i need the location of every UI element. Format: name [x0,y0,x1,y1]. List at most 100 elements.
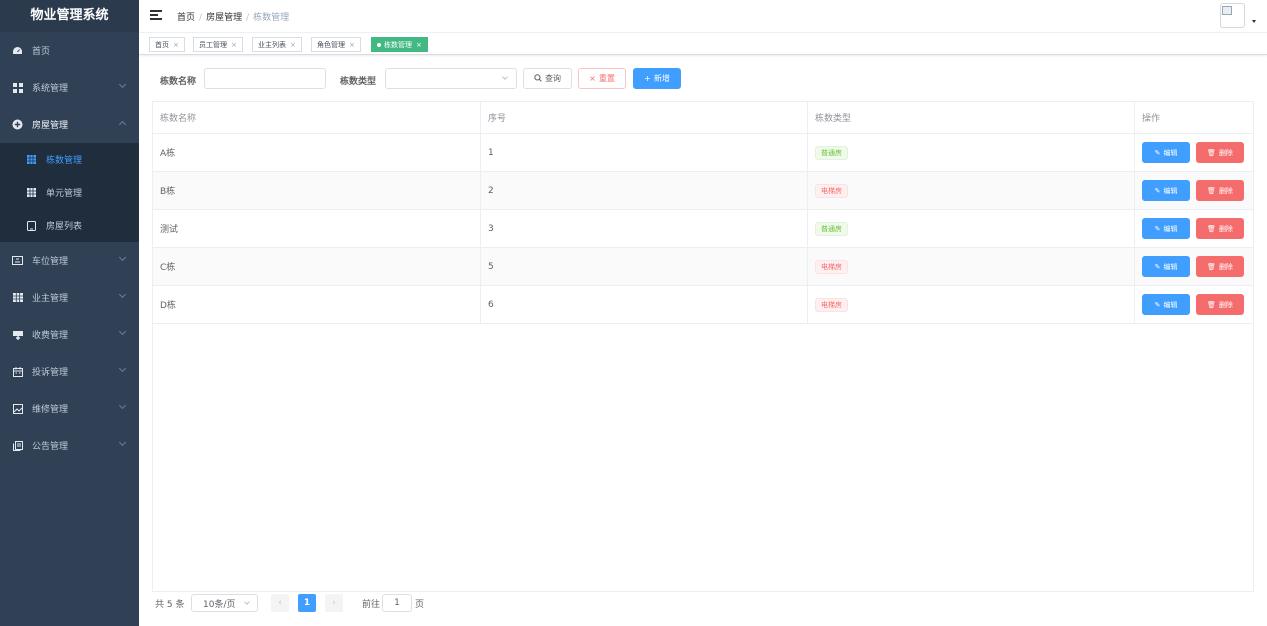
sidebar-item-complaint[interactable]: 投诉管理 [0,353,139,390]
sidebar-item-system[interactable]: 系统管理 [0,69,139,106]
tag-label: 角色管理 [317,40,345,49]
header-cell: 栋数类型 [808,102,1135,133]
active-dot-icon [377,42,381,47]
trash-icon: 🗑 [1207,148,1216,157]
page-number-current[interactable]: 1 [298,594,316,612]
calendar-icon [12,366,23,377]
sidebar-item-label: 维修管理 [32,405,69,415]
sidebar-item-house-list[interactable]: 房屋列表 [0,209,139,242]
close-icon[interactable]: × [416,41,422,49]
sidebar-item-notice[interactable]: 公告管理 [0,427,139,464]
delete-button[interactable]: 🗑 删除 [1196,180,1244,201]
cell-name: B栋 [153,172,481,209]
chevron-down-icon [118,438,127,447]
sidebar-item-unit[interactable]: 单元管理 [0,176,139,209]
sidebar-item-parking[interactable]: 车位管理 [0,242,139,279]
trash-icon: 🗑 [1207,300,1216,309]
breadcrumb-item-home[interactable]: 首页 [177,13,195,23]
chevron-down-icon [118,80,127,89]
edit-icon: ✎ [1154,148,1161,157]
delete-button[interactable]: 🗑 删除 [1196,294,1244,315]
edit-icon: ✎ [1154,224,1161,233]
sidebar: 物业管理系统 首页 系统管理 房屋管理 栋数管理 单元管理 房屋列表 车位管理 … [0,0,139,626]
header-cell: 栋数名称 [153,102,481,133]
tag-label: 栋数管理 [384,40,412,49]
close-icon[interactable]: × [290,41,296,49]
edit-button[interactable]: ✎ 编辑 [1142,294,1190,315]
delete-button[interactable]: 🗑 删除 [1196,142,1244,163]
building-table: 栋数名称 序号 栋数类型 操作 A栋 1 普通房 ✎ 编辑 🗑 删除 B栋 2 电梯… [152,101,1254,592]
edit-button[interactable]: ✎ 编辑 [1142,180,1190,201]
building-icon [26,155,36,165]
close-icon[interactable]: × [349,41,355,49]
query-button[interactable]: 查询 [523,68,572,89]
building-name-label: 栋数名称 [160,77,197,87]
close-icon[interactable]: × [231,41,237,49]
goto-page-input[interactable]: 1 [382,594,412,612]
sidebar-item-label: 首页 [32,47,51,57]
pagination-total: 共 5 条 [155,599,185,610]
plus-circle-icon [12,119,23,130]
cell-order: 3 [481,210,808,247]
hamburger-icon[interactable] [150,10,162,20]
cell-actions: ✎ 编辑 🗑 删除 [1135,248,1253,285]
edit-button[interactable]: ✎ 编辑 [1142,142,1190,163]
reset-button[interactable]: × 重置 [578,68,626,89]
cell-order: 2 [481,172,808,209]
sidebar-item-repair[interactable]: 维修管理 [0,390,139,427]
table-header: 栋数名称 序号 栋数类型 操作 [153,102,1253,134]
sidebar-item-home[interactable]: 首页 [0,32,139,69]
cell-actions: ✎ 编辑 🗑 删除 [1135,134,1253,171]
tag-home[interactable]: 首页 × [149,37,185,52]
table-icon [12,292,23,303]
table-row: B栋 2 电梯房 ✎ 编辑 🗑 删除 [153,172,1253,210]
tag-owner-list[interactable]: 业主列表 × [252,37,302,52]
page-size-select[interactable]: 10条/页 [191,594,258,612]
sidebar-item-label: 房屋列表 [46,222,83,232]
cell-order: 5 [481,248,808,285]
trash-icon: 🗑 [1207,224,1216,233]
cell-name: A栋 [153,134,481,171]
delete-button[interactable]: 🗑 删除 [1196,256,1244,277]
app-logo-title: 物业管理系统 [0,0,139,32]
tag-label: 首页 [155,40,169,49]
next-page-button[interactable]: › [325,594,343,612]
tag-label: 员工管理 [199,40,227,49]
chevron-up-icon [118,120,127,129]
sidebar-item-fee[interactable]: 收费管理 [0,316,139,353]
sidebar-item-owner[interactable]: 业主管理 [0,279,139,316]
caret-down-icon[interactable] [1252,20,1256,23]
edit-button[interactable]: ✎ 编辑 [1142,256,1190,277]
sidebar-item-building[interactable]: 栋数管理 [0,143,139,176]
avatar[interactable] [1220,3,1245,28]
breadcrumb-item-house[interactable]: 房屋管理 [206,13,242,23]
edit-icon: ✎ [1154,186,1161,195]
picture-icon [12,403,23,414]
sidebar-item-label: 投诉管理 [32,368,69,378]
tag-staff[interactable]: 员工管理 × [193,37,243,52]
table-row: D栋 6 电梯房 ✎ 编辑 🗑 删除 [153,286,1253,324]
top-navbar: 首页 / 房屋管理 / 栋数管理 [139,0,1267,33]
building-type-select[interactable] [385,68,517,89]
tag-label: 业主列表 [258,40,286,49]
sidebar-item-label: 车位管理 [32,257,69,267]
sidebar-item-house[interactable]: 房屋管理 [0,106,139,143]
cell-type: 电梯房 [808,172,1135,209]
parking-icon [12,255,23,266]
tag-role[interactable]: 角色管理 × [311,37,361,52]
cell-type: 普通房 [808,210,1135,247]
close-icon[interactable]: × [173,41,179,49]
chevron-down-icon [244,599,250,605]
sidebar-item-label: 收费管理 [32,331,69,341]
building-name-input[interactable] [204,68,326,89]
prev-page-button[interactable]: ‹ [271,594,289,612]
edit-button[interactable]: ✎ 编辑 [1142,218,1190,239]
plus-icon: + [644,74,651,83]
tag-building-active[interactable]: 栋数管理 × [371,37,428,52]
sidebar-item-label: 栋数管理 [46,156,83,166]
tablet-icon [26,220,36,231]
table-row: A栋 1 普通房 ✎ 编辑 🗑 删除 [153,134,1253,172]
delete-button[interactable]: 🗑 删除 [1196,218,1244,239]
dashboard-icon [12,45,23,56]
add-button[interactable]: + 新增 [633,68,681,89]
